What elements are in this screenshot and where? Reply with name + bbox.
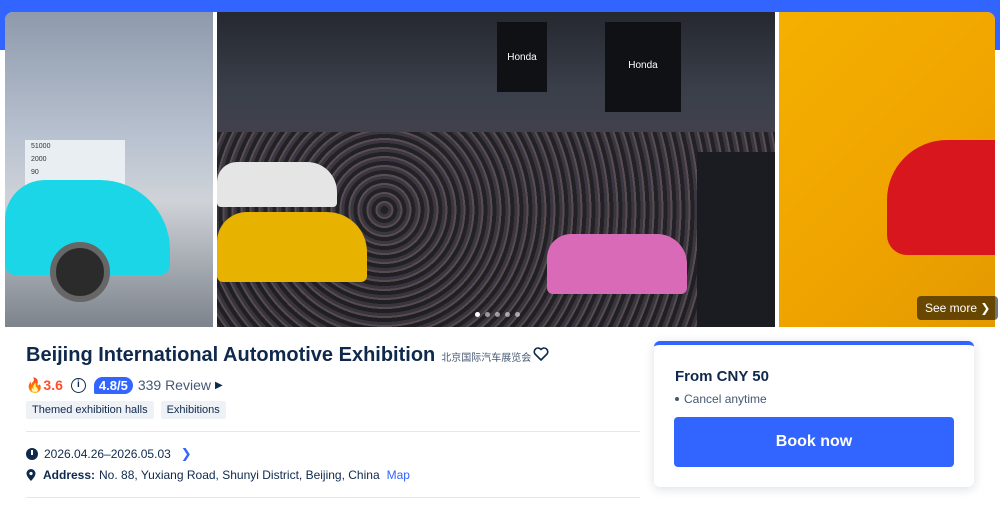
tag-list: Themed exhibition halls Exhibitions bbox=[26, 401, 226, 419]
date-row[interactable]: 2026.04.26–2026.05.03 ❯ bbox=[26, 446, 192, 462]
pagination-dot[interactable] bbox=[495, 312, 500, 317]
honda-booth-sign: Honda bbox=[605, 22, 681, 112]
white-car bbox=[217, 162, 337, 207]
rating-row: 🔥3.6 i 4.8/5 339 Review ▶ bbox=[26, 375, 223, 395]
yellow-car bbox=[217, 212, 367, 282]
cancel-policy: Cancel anytime bbox=[675, 392, 767, 406]
address-row: Address: No. 88, Yuxiang Road, Shunyi Di… bbox=[26, 468, 410, 482]
pagination-dot[interactable] bbox=[485, 312, 490, 317]
book-now-button[interactable]: Book now bbox=[674, 417, 954, 467]
price-label: From CNY 50 bbox=[675, 368, 769, 385]
heart-icon[interactable] bbox=[533, 346, 549, 362]
gallery-photo-cyan-car[interactable]: 51000 2000 90 bbox=[5, 12, 213, 327]
tag: Exhibitions bbox=[160, 401, 226, 419]
tag: Themed exhibition halls bbox=[26, 401, 154, 419]
address-text: No. 88, Yuxiang Road, Shunyi District, B… bbox=[99, 468, 380, 482]
screen-text: 51000 bbox=[31, 143, 51, 150]
pagination-dot[interactable] bbox=[475, 312, 480, 317]
rating-badge: 4.8/5 bbox=[93, 376, 133, 394]
gallery-pagination bbox=[475, 312, 520, 317]
divider bbox=[26, 431, 640, 432]
bullet-icon bbox=[675, 397, 679, 401]
map-link[interactable]: Map bbox=[387, 468, 410, 482]
car-wheel bbox=[50, 242, 110, 302]
location-pin-icon bbox=[26, 469, 36, 481]
chevron-right-icon[interactable]: ❯ bbox=[181, 446, 192, 462]
gallery-photo-red-car[interactable] bbox=[779, 12, 995, 327]
review-count-link[interactable]: 339 Review bbox=[138, 377, 211, 393]
caret-right-icon[interactable]: ▶ bbox=[215, 380, 223, 391]
see-more-button[interactable]: See more ❯ bbox=[917, 296, 999, 320]
pagination-dot[interactable] bbox=[505, 312, 510, 317]
honda-booth-sign: Honda bbox=[497, 22, 547, 92]
pink-car bbox=[547, 234, 687, 294]
page-title: Beijing International Automotive Exhibit… bbox=[26, 344, 436, 366]
exhibit-stand bbox=[697, 152, 775, 327]
cancel-policy-text: Cancel anytime bbox=[684, 392, 767, 406]
gallery-photo-crowd[interactable]: Honda Honda bbox=[217, 12, 775, 327]
page-title-chinese: 北京国际汽车展览会 bbox=[441, 353, 532, 364]
title-row: Beijing International Automotive Exhibit… bbox=[26, 344, 531, 367]
divider bbox=[26, 497, 640, 498]
event-dates: 2026.04.26–2026.05.03 bbox=[44, 447, 171, 461]
address-label: Address: bbox=[43, 468, 96, 482]
clock-icon bbox=[26, 448, 38, 460]
booking-card: From CNY 50 Cancel anytime Book now bbox=[654, 341, 974, 487]
red-car bbox=[887, 140, 995, 255]
screen-text: 2000 bbox=[31, 156, 47, 163]
screen-text: 90 bbox=[31, 169, 39, 176]
photo-gallery[interactable]: 51000 2000 90 Honda Honda bbox=[5, 12, 995, 327]
pagination-dot[interactable] bbox=[515, 312, 520, 317]
heat-score: 🔥3.6 bbox=[26, 376, 63, 393]
info-icon[interactable]: i bbox=[70, 377, 86, 393]
